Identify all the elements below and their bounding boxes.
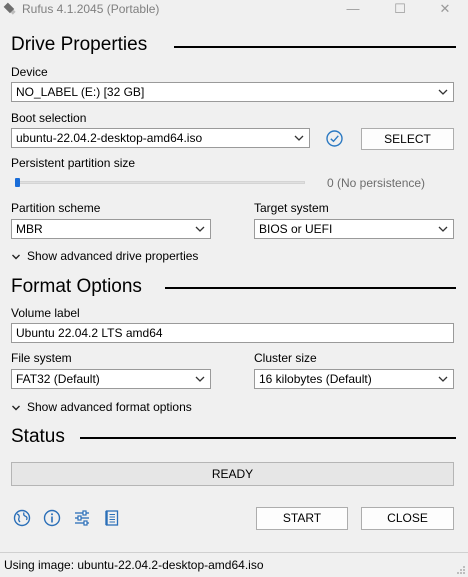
persistent-partition-value: 0 (No persistence) — [327, 176, 426, 190]
settings-sliders-icon[interactable] — [72, 508, 92, 528]
check-hash-icon[interactable] — [325, 129, 344, 148]
chevron-down-icon — [12, 405, 20, 411]
drive-properties-heading: Drive Properties — [11, 34, 148, 55]
target-system-value: BIOS or UEFI — [259, 222, 333, 236]
minimize-button[interactable]: — — [330, 0, 376, 18]
volume-label-input[interactable]: Ubuntu 22.04.2 LTS amd64 — [11, 323, 454, 343]
chevron-down-icon — [438, 376, 448, 382]
status-progress-bar: READY — [11, 462, 454, 486]
title-bar: Rufus 4.1.2045 (Portable) — ☐ ✕ — [0, 0, 468, 18]
status-bar: Using image: ubuntu-22.04.2-desktop-amd6… — [0, 552, 468, 577]
chevron-down-icon — [438, 226, 448, 232]
select-button[interactable]: SELECT — [361, 128, 454, 150]
chevron-down-icon — [195, 226, 205, 232]
boot-selection-label: Boot selection — [11, 111, 87, 125]
persistent-partition-label: Persistent partition size — [11, 156, 136, 170]
section-divider — [174, 46, 456, 48]
chevron-down-icon — [12, 254, 20, 260]
advanced-format-options-label: Show advanced format options — [27, 400, 192, 414]
chevron-down-icon — [195, 376, 205, 382]
language-globe-icon[interactable] — [12, 508, 32, 528]
device-dropdown[interactable]: NO_LABEL (E:) [32 GB] — [11, 82, 454, 102]
section-divider — [80, 437, 456, 439]
partition-scheme-label: Partition scheme — [11, 201, 101, 215]
cluster-size-value: 16 kilobytes (Default) — [259, 372, 372, 386]
resize-grip-icon[interactable] — [456, 565, 466, 575]
advanced-format-options-toggle[interactable]: Show advanced format options — [11, 400, 192, 414]
cluster-size-label: Cluster size — [254, 351, 317, 365]
partition-scheme-dropdown[interactable]: MBR — [11, 219, 211, 239]
advanced-drive-properties-label: Show advanced drive properties — [27, 249, 199, 263]
status-heading: Status — [11, 426, 65, 447]
volume-label-label: Volume label — [11, 306, 80, 320]
log-icon[interactable] — [102, 508, 122, 528]
close-button[interactable]: CLOSE — [361, 507, 454, 530]
file-system-label: File system — [11, 351, 72, 365]
partition-scheme-value: MBR — [16, 222, 43, 236]
usb-drive-icon — [3, 2, 16, 15]
target-system-label: Target system — [254, 201, 329, 215]
boot-selection-value: ubuntu-22.04.2-desktop-amd64.iso — [16, 131, 203, 145]
chevron-down-icon — [294, 135, 304, 141]
target-system-dropdown[interactable]: BIOS or UEFI — [254, 219, 454, 239]
persistent-partition-slider[interactable] — [15, 181, 305, 184]
chevron-down-icon — [438, 89, 448, 95]
slider-thumb[interactable] — [15, 178, 20, 187]
status-text: READY — [211, 467, 254, 481]
status-bar-text: Using image: ubuntu-22.04.2-desktop-amd6… — [4, 558, 264, 572]
format-options-heading: Format Options — [11, 276, 142, 297]
about-info-icon[interactable] — [42, 508, 62, 528]
boot-selection-dropdown[interactable]: ubuntu-22.04.2-desktop-amd64.iso — [11, 128, 310, 148]
file-system-value: FAT32 (Default) — [16, 372, 100, 386]
close-window-button[interactable]: ✕ — [422, 0, 468, 18]
advanced-drive-properties-toggle[interactable]: Show advanced drive properties — [11, 249, 198, 263]
window-title: Rufus 4.1.2045 (Portable) — [22, 2, 160, 16]
maximize-button[interactable]: ☐ — [377, 0, 423, 18]
device-label: Device — [11, 65, 48, 79]
device-value: NO_LABEL (E:) [32 GB] — [16, 85, 145, 99]
start-button[interactable]: START — [256, 507, 348, 530]
section-divider — [165, 287, 456, 289]
cluster-size-dropdown[interactable]: 16 kilobytes (Default) — [254, 369, 454, 389]
file-system-dropdown[interactable]: FAT32 (Default) — [11, 369, 211, 389]
